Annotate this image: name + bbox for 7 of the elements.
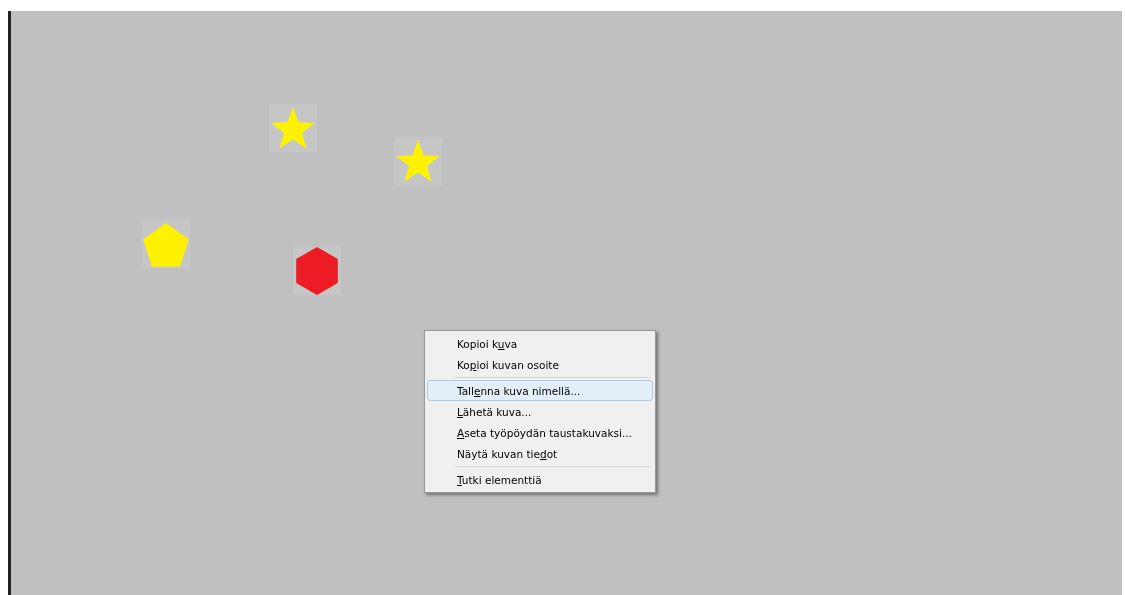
menu-item[interactable]: Tallenna kuva nimellä...: [427, 380, 653, 401]
menu-item[interactable]: Aseta työpöydän taustakuvaksi...: [427, 422, 653, 443]
menu-item[interactable]: Kopioi kuva: [427, 333, 653, 354]
menu-item[interactable]: Näytä kuvan tiedot: [427, 443, 653, 464]
menu-item[interactable]: Tutki elementtiä: [427, 469, 653, 490]
menu-item[interactable]: Lähetä kuva...: [427, 401, 653, 422]
menu-item[interactable]: Kopioi kuvan osoite: [427, 354, 653, 375]
